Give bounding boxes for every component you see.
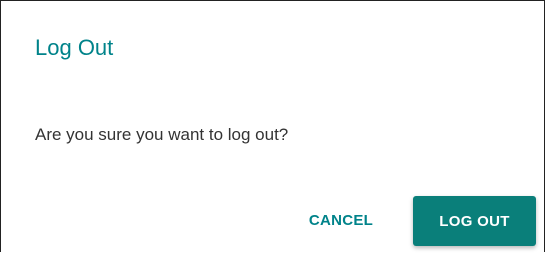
cancel-button[interactable]: CANCEL [293, 198, 389, 242]
logout-dialog: Log Out Are you sure you want to log out… [0, 0, 545, 252]
log-out-button[interactable]: LOG OUT [413, 196, 536, 246]
dialog-title: Log Out [35, 35, 114, 60]
dialog-message: Are you sure you want to log out? [35, 125, 289, 144]
